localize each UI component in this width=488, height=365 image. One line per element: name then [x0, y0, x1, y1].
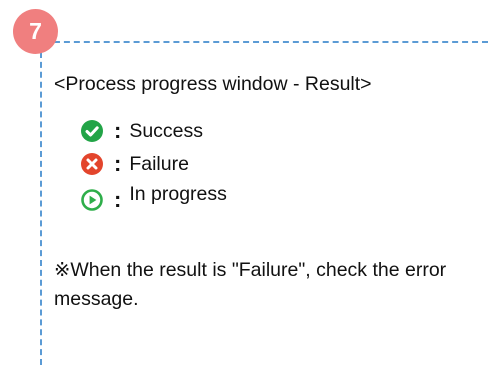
step-number-badge: 7	[13, 9, 58, 54]
success-check-icon	[81, 120, 103, 142]
legend-separator: :	[114, 187, 122, 212]
legend-separator: :	[114, 151, 122, 176]
legend-label-success: Success	[129, 119, 204, 142]
failure-x-icon	[81, 153, 103, 175]
frame-left-border	[40, 52, 42, 365]
legend-label-in-progress: In progress	[129, 182, 227, 205]
frame-top-border	[44, 41, 488, 43]
legend-separator: :	[114, 118, 122, 143]
legend-label-failure: Failure	[129, 152, 189, 175]
in-progress-play-icon	[81, 189, 103, 211]
section-heading: <Process progress window - Result>	[54, 73, 372, 95]
legend-item-failure: : Failure	[81, 150, 189, 178]
legend-item-success: : Success	[81, 117, 203, 145]
failure-note: ※When the result is "Failure", check the…	[54, 259, 447, 310]
legend-item-in-progress: : In progress	[81, 182, 227, 214]
